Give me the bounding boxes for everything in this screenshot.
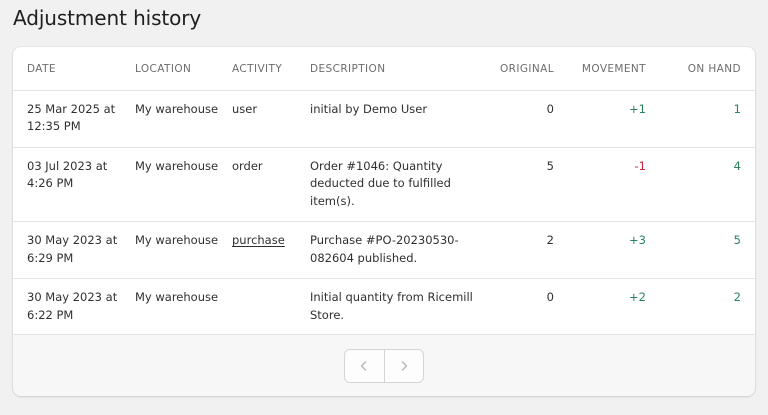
row-on-hand: 1 (660, 90, 755, 148)
table-row: 03 Jul 2023 at 4:26 PM My warehouse orde… (13, 147, 755, 222)
column-header-description: DESCRIPTION (310, 47, 482, 91)
row-location: My warehouse (135, 147, 232, 222)
table-header-row: DATE LOCATION ACTIVITY DESCRIPTION ORIGI… (13, 47, 755, 91)
row-original: 0 (546, 290, 554, 304)
row-original: 0 (482, 90, 568, 148)
row-on-hand: 4 (660, 147, 755, 222)
row-location: My warehouse (135, 90, 232, 148)
row-description: initial by Demo User (310, 90, 482, 148)
row-on-hand: 5 (660, 221, 755, 279)
row-location: My warehouse (135, 290, 219, 304)
row-original: 2 (482, 221, 568, 279)
row-description: Order #1046: Quantity deducted due to fu… (310, 147, 482, 222)
pagination-footer (13, 334, 755, 396)
row-date: 03 Jul 2023 at 4:26 PM (13, 147, 135, 222)
adjustment-history-card: DATE LOCATION ACTIVITY DESCRIPTION ORIGI… (13, 47, 755, 396)
column-header-on-hand: ON HAND (660, 47, 755, 91)
pagination (344, 349, 424, 383)
row-location: My warehouse (135, 221, 232, 279)
chevron-left-icon (361, 361, 367, 371)
row-activity: user (232, 90, 310, 148)
row-movement: -1 (568, 147, 660, 222)
column-header-original: ORIGINAL (482, 47, 568, 91)
column-header-date: DATE (13, 47, 135, 91)
column-header-activity: ACTIVITY (232, 47, 310, 91)
row-activity-cell: purchase (232, 221, 310, 279)
row-on-hand: 2 (733, 290, 741, 304)
table-row: 30 May 2023 at 6:29 PM My warehouse purc… (13, 221, 755, 279)
previous-page-button[interactable] (345, 350, 384, 382)
page-title: Adjustment history (13, 6, 202, 30)
adjustment-table: DATE LOCATION ACTIVITY DESCRIPTION ORIGI… (13, 47, 755, 335)
row-description: Purchase #PO-20230530-082604 published. (310, 221, 482, 279)
row-movement: +1 (568, 90, 660, 148)
column-header-location: LOCATION (135, 47, 232, 91)
row-date: 25 Mar 2025 at 12:35 PM (13, 90, 135, 148)
row-original: 5 (482, 147, 568, 222)
row-movement: +2 (629, 290, 646, 304)
row-date: 30 May 2023 at 6:22 PM (27, 290, 118, 322)
row-description: Initial quantity from Ricemill Store. (310, 290, 473, 322)
chevron-right-icon (401, 361, 408, 371)
row-movement: +3 (568, 221, 660, 279)
column-header-movement: MOVEMENT (568, 47, 660, 91)
table-row: 30 May 2023 at 6:22 PM My warehouse Init… (13, 279, 755, 336)
row-activity: order (232, 147, 310, 222)
row-date: 30 May 2023 at 6:29 PM (13, 221, 135, 279)
next-page-button[interactable] (383, 350, 423, 382)
purchase-link[interactable]: purchase (232, 233, 285, 247)
table-row: 25 Mar 2025 at 12:35 PM My warehouse use… (13, 90, 755, 148)
row-activity (232, 279, 310, 336)
